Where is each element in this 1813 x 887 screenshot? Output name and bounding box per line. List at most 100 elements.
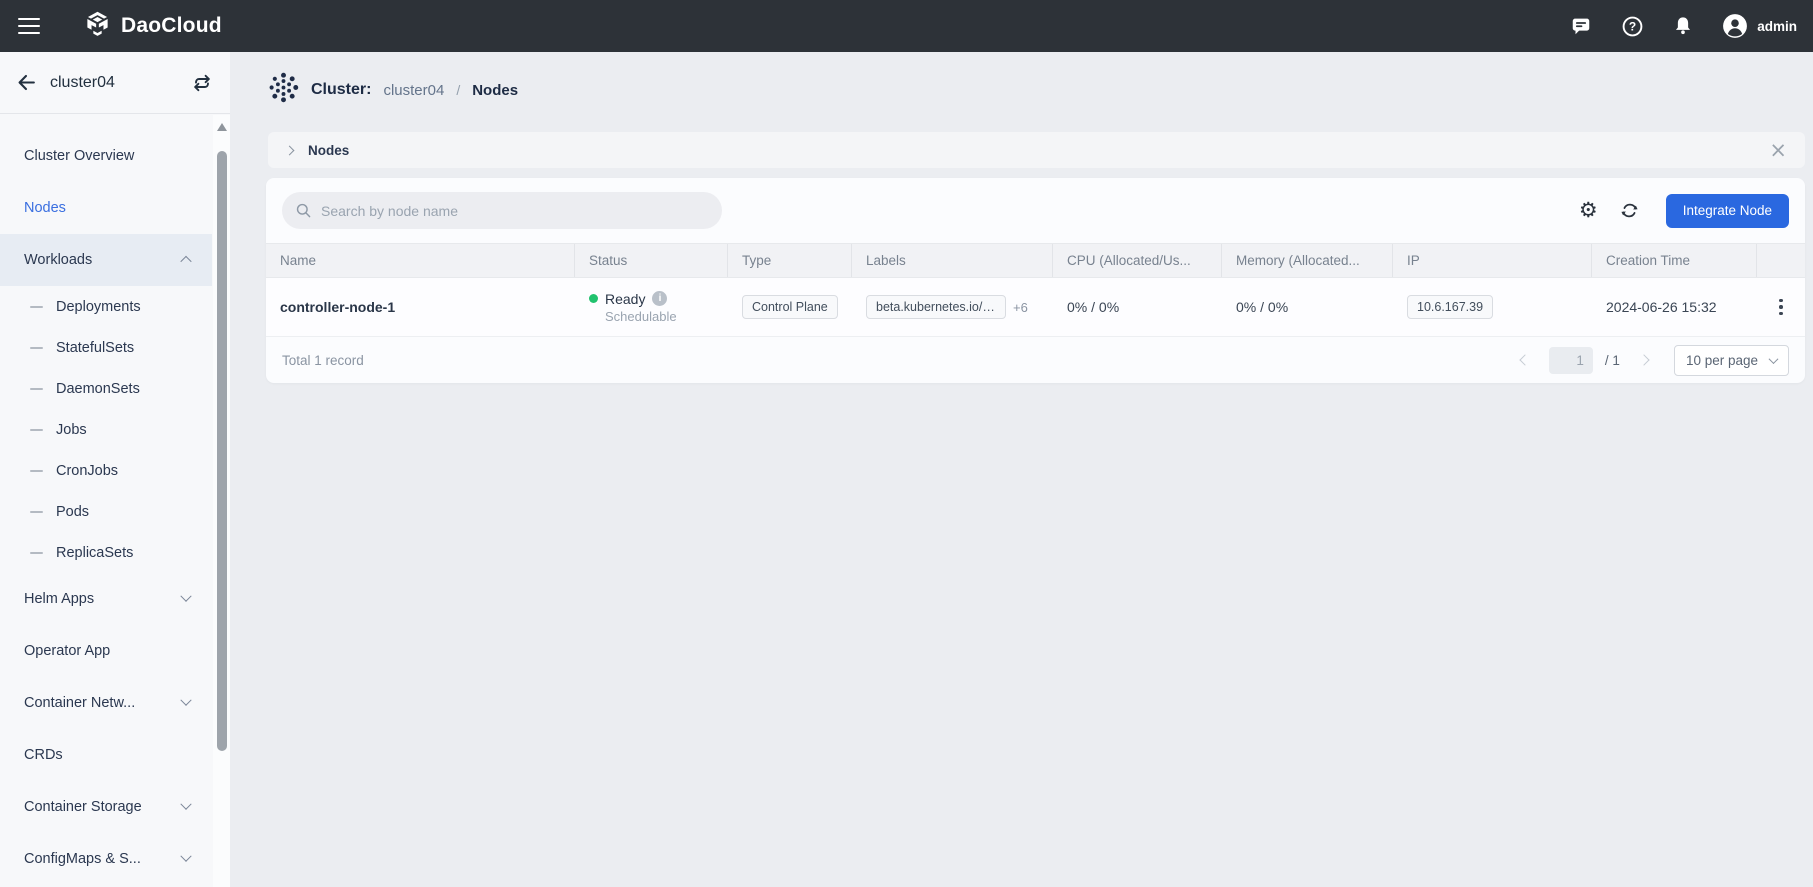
- sidebar-item-label: Cluster Overview: [24, 148, 134, 164]
- node-name-link[interactable]: controller-node-1: [280, 299, 395, 315]
- table-row: controller-node-1 Ready i Schedulable Co…: [266, 278, 1805, 337]
- sidebar-item-label: Helm Apps: [24, 591, 94, 607]
- info-icon[interactable]: i: [652, 291, 667, 306]
- column-creation-time[interactable]: Creation Time: [1592, 244, 1757, 277]
- total-pages: 1: [1612, 353, 1620, 368]
- sidebar-item-container-storage[interactable]: Container Storage: [0, 781, 212, 833]
- total-records: Total 1 record: [282, 353, 364, 368]
- sidebar-item-crds[interactable]: CRDs: [0, 729, 212, 781]
- label-tag[interactable]: beta.kubernetes.io/os:...: [866, 295, 1006, 319]
- sidebar-item-label: CRDs: [24, 747, 63, 763]
- topbar: DaoCloud ?: [0, 0, 1813, 52]
- cluster-label: Cluster:: [311, 81, 371, 99]
- column-cpu[interactable]: CPU (Allocated/Us...: [1053, 244, 1222, 277]
- status-text: Ready: [605, 291, 645, 307]
- search-input[interactable]: [321, 203, 709, 219]
- breadcrumb-separator: /: [456, 82, 460, 98]
- sidebar-item-label: Jobs: [56, 422, 87, 438]
- search-icon: [295, 202, 312, 219]
- breadcrumb-page: Nodes: [472, 82, 518, 99]
- sidebar-item-replicasets[interactable]: ReplicaSets: [0, 532, 212, 573]
- chevron-down-icon: [180, 695, 191, 706]
- sidebar-item-configmaps-secrets[interactable]: ConfigMaps & S...: [0, 833, 212, 885]
- sidebar-item-label: ReplicaSets: [56, 545, 133, 561]
- sidebar-item-operator-app[interactable]: Operator App: [0, 625, 212, 677]
- sidebar-item-label: Pods: [56, 504, 89, 520]
- page-size-select[interactable]: 10 per page: [1674, 345, 1789, 376]
- scrollbar-up-arrow[interactable]: [217, 123, 227, 131]
- gear-icon[interactable]: ⚙: [1579, 200, 1598, 221]
- sidebar-item-cluster-overview[interactable]: Cluster Overview: [0, 130, 212, 182]
- sidebar-item-container-network[interactable]: Container Netw...: [0, 677, 212, 729]
- status-dot-green: [589, 294, 598, 303]
- labels-more-count[interactable]: +6: [1013, 300, 1028, 315]
- notifications-bell-icon[interactable]: [1671, 14, 1695, 38]
- sidebar-item-daemonsets[interactable]: DaemonSets: [0, 368, 212, 409]
- search-box[interactable]: [282, 192, 722, 229]
- nodes-card: ⚙ Integrate Node Name Status Type: [266, 178, 1805, 383]
- column-actions: [1757, 244, 1805, 277]
- column-labels[interactable]: Labels: [852, 244, 1053, 277]
- integrate-node-button[interactable]: Integrate Node: [1666, 194, 1789, 228]
- column-memory[interactable]: Memory (Allocated...: [1222, 244, 1393, 277]
- menu-toggle-icon[interactable]: [18, 13, 42, 39]
- username: admin: [1757, 19, 1797, 34]
- schedulable-text: Schedulable: [589, 309, 677, 324]
- column-type[interactable]: Type: [728, 244, 852, 277]
- main: Cluster: cluster04 / Nodes Nodes × ⚙: [230, 52, 1813, 887]
- sidebar-item-helm-apps[interactable]: Helm Apps: [0, 573, 212, 625]
- dash-icon: [30, 388, 43, 390]
- brand-name: DaoCloud: [121, 14, 222, 38]
- layout: cluster04 Cluster Overview Nodes Workloa…: [0, 52, 1813, 887]
- dash-icon: [30, 429, 43, 431]
- toolbar: ⚙ Integrate Node: [266, 178, 1805, 243]
- pagination: / 1 10 per page: [1521, 345, 1789, 376]
- sidebar-item-label: DaemonSets: [56, 381, 140, 397]
- sidebar-header: cluster04: [0, 52, 230, 114]
- help-icon[interactable]: ?: [1620, 14, 1644, 38]
- sidebar-item-jobs[interactable]: Jobs: [0, 409, 212, 450]
- scrollbar-thumb[interactable]: [217, 151, 227, 751]
- sidebar-item-label: Container Netw...: [24, 695, 135, 711]
- back-arrow-icon[interactable]: [14, 71, 38, 95]
- daocloud-logo-icon: [84, 10, 111, 42]
- dash-icon: [30, 511, 43, 513]
- close-icon[interactable]: ×: [1769, 140, 1787, 161]
- tab-nodes[interactable]: Nodes: [308, 143, 349, 158]
- chevron-down-icon: [180, 799, 191, 810]
- chevron-down-icon: [180, 851, 191, 862]
- memory-value: 0% / 0%: [1222, 299, 1393, 315]
- sidebar: cluster04 Cluster Overview Nodes Workloa…: [0, 52, 230, 887]
- prev-page-icon[interactable]: [1519, 354, 1530, 365]
- sidebar-cluster-name: cluster04: [50, 74, 115, 92]
- sidebar-item-nodes[interactable]: Nodes: [0, 182, 212, 234]
- user-menu[interactable]: admin: [1722, 13, 1797, 39]
- refresh-icon[interactable]: [1618, 199, 1642, 223]
- sidebar-item-label: Deployments: [56, 299, 141, 315]
- next-page-icon[interactable]: [1638, 354, 1649, 365]
- ip-tag[interactable]: 10.6.167.39: [1407, 295, 1493, 319]
- cluster-name[interactable]: cluster04: [383, 82, 444, 99]
- column-ip[interactable]: IP: [1393, 244, 1592, 277]
- sidebar-item-pods[interactable]: Pods: [0, 491, 212, 532]
- dash-icon: [30, 552, 43, 554]
- column-status[interactable]: Status: [575, 244, 728, 277]
- svg-text:?: ?: [1629, 19, 1636, 33]
- sidebar-item-label: Workloads: [24, 252, 92, 268]
- kebab-menu-icon[interactable]: [1775, 295, 1787, 320]
- sidebar-item-workloads[interactable]: Workloads: [0, 234, 212, 286]
- sidebar-item-cronjobs[interactable]: CronJobs: [0, 450, 212, 491]
- switch-cluster-icon[interactable]: [190, 71, 214, 95]
- sidebar-item-label: CronJobs: [56, 463, 118, 479]
- brand: DaoCloud: [84, 10, 222, 42]
- chevron-right-icon[interactable]: [285, 145, 295, 155]
- sidebar-item-statefulsets[interactable]: StatefulSets: [0, 327, 212, 368]
- column-name[interactable]: Name: [266, 244, 575, 277]
- sidebar-item-deployments[interactable]: Deployments: [0, 286, 212, 327]
- page-number-input[interactable]: [1549, 347, 1593, 374]
- toolbar-actions: ⚙ Integrate Node: [1579, 194, 1789, 228]
- sidebar-item-label: Operator App: [24, 643, 110, 659]
- messages-icon[interactable]: [1569, 14, 1593, 38]
- chevron-down-icon: [1769, 354, 1779, 364]
- chevron-up-icon: [180, 256, 191, 267]
